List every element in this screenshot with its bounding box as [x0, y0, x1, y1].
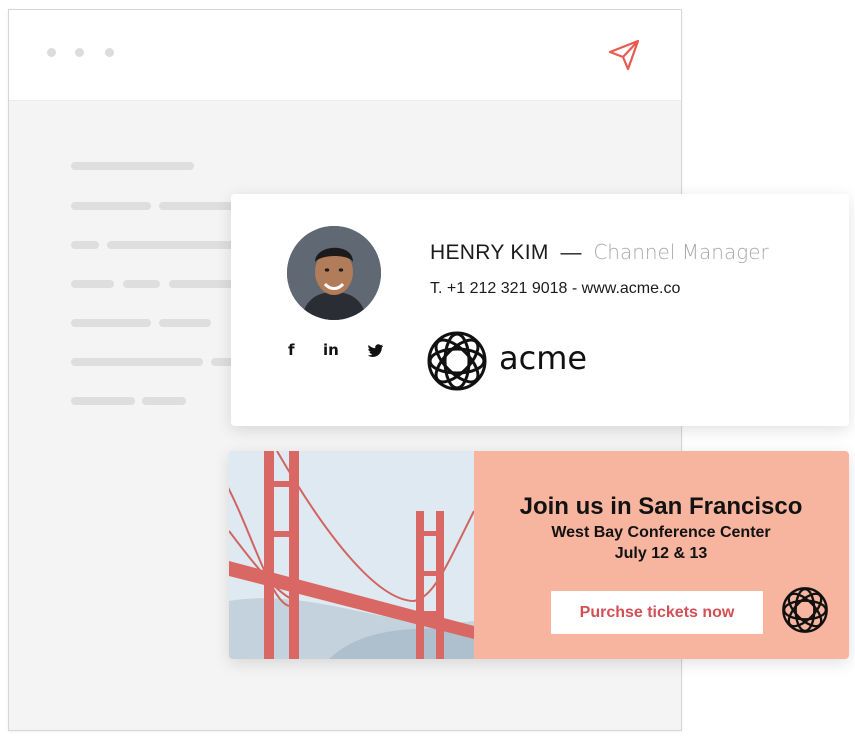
text-placeholder-line	[169, 280, 234, 288]
send-icon[interactable]	[607, 38, 641, 72]
text-placeholder-line	[71, 162, 194, 170]
acme-logo-icon	[782, 587, 828, 633]
email-signature-card: f in HENRY KIM — Channel Manager T. +1 2…	[231, 194, 849, 426]
purchase-tickets-button[interactable]: Purchse tickets now	[551, 591, 763, 634]
golden-gate-illustration	[229, 451, 474, 659]
event-banner[interactable]: Join us in San Francisco West Bay Confer…	[229, 451, 849, 659]
signature-role: Channel Manager	[593, 240, 769, 264]
company-name: acme	[499, 339, 588, 377]
window-dot	[47, 48, 56, 57]
text-placeholder-line	[107, 241, 234, 249]
acme-logo-icon	[427, 331, 487, 391]
text-placeholder-line	[71, 280, 114, 288]
text-placeholder-line	[159, 202, 234, 210]
banner-venue: West Bay Conference Center	[551, 524, 771, 541]
avatar	[287, 226, 381, 320]
text-placeholder-line	[71, 319, 151, 327]
text-placeholder-line	[71, 358, 203, 366]
signature-name: HENRY KIM	[430, 241, 549, 264]
text-placeholder-line	[159, 319, 211, 327]
signature-name-line: HENRY KIM — Channel Manager	[430, 240, 769, 265]
text-placeholder-line	[142, 397, 186, 405]
text-placeholder-line	[71, 241, 99, 249]
linkedin-icon[interactable]: in	[323, 341, 339, 359]
window-dot	[105, 48, 114, 57]
text-placeholder-line	[71, 202, 151, 210]
email-toolbar	[9, 10, 681, 101]
text-placeholder-line	[123, 280, 160, 288]
window-dot	[75, 48, 84, 57]
twitter-icon[interactable]	[367, 344, 384, 358]
banner-title: Join us in San Francisco	[519, 493, 803, 520]
facebook-icon[interactable]: f	[288, 341, 295, 359]
signature-contact: T. +1 212 321 9018 - www.acme.co	[430, 280, 681, 297]
text-placeholder-line	[71, 397, 135, 405]
banner-date: July 12 & 13	[614, 545, 708, 562]
name-separator: —	[560, 241, 582, 264]
